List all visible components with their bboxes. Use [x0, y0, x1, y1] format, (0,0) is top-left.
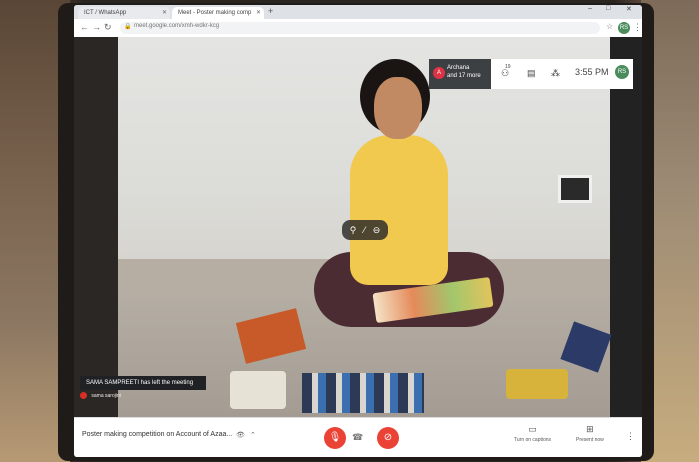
address-bar[interactable]: 🔒 meet.google.com/xmh-wdkr-kcg: [120, 22, 600, 34]
url-text: meet.google.com/xmh-wdkr-kcg: [134, 23, 220, 29]
present-icon: ⊞: [586, 424, 594, 434]
star-icon[interactable]: ☆: [606, 22, 613, 31]
avatar[interactable]: RS: [615, 65, 629, 79]
meet-bottom-bar: Poster making competition on Account of …: [74, 417, 642, 457]
laptop-screen: ICT / WhatsApp ✕ Meet - Poster making co…: [74, 5, 642, 457]
close-icon[interactable]: ✕: [162, 7, 167, 19]
more-options-icon[interactable]: ⋮: [626, 431, 635, 442]
mute-icon[interactable]: ⁄: [364, 225, 366, 235]
camera-off-icon: ⊘: [383, 432, 393, 443]
tab-label: Meet - Poster making comp: [178, 10, 252, 16]
back-icon[interactable]: ←: [80, 22, 89, 32]
lock-icon: 🔒: [124, 24, 132, 30]
meeting-title[interactable]: Poster making competition on Account of …: [82, 431, 232, 438]
close-icon[interactable]: ✕: [256, 7, 261, 19]
browser-toolbar: ← → ↻ 🔒 meet.google.com/xmh-wdkr-kcg ☆ R…: [74, 19, 642, 38]
tile-hover-controls: ⚲ ⁄ ⊖: [342, 220, 388, 240]
self-name: sama sarojini: [91, 392, 121, 399]
phone-icon[interactable]: ☎: [352, 432, 363, 443]
meet-top-bar: A Archana and 17 more 19 ⚇ ▤ ⁂ 3:55 PM R…: [429, 59, 633, 89]
screen-edge-right: [610, 37, 642, 417]
camera-off-button[interactable]: ⊘: [377, 427, 399, 449]
paint-palette: [230, 371, 286, 409]
tab-whatsapp[interactable]: ICT / WhatsApp ✕: [78, 7, 170, 19]
forward-icon[interactable]: →: [92, 22, 101, 32]
minimize-icon[interactable]: –: [588, 5, 592, 12]
screen-edge-left: [74, 37, 118, 417]
mic-off-icon: [80, 392, 87, 399]
captions-label: Turn on captions: [514, 437, 552, 443]
activities-icon[interactable]: ⁂: [551, 68, 560, 79]
pin-icon[interactable]: ⚲: [350, 225, 357, 236]
chevron-up-icon[interactable]: ⌃: [250, 431, 256, 439]
leave-notification: SAMA SAMPREETI has left the meeting: [80, 376, 206, 390]
wall-switch: [558, 175, 592, 203]
mic-off-button[interactable]: 🎙: [324, 427, 346, 449]
menu-icon[interactable]: ⋮: [633, 22, 642, 33]
tab-label: ICT / WhatsApp: [84, 10, 127, 16]
chat-icon[interactable]: ▤: [527, 68, 536, 79]
participant-name: Archana: [447, 65, 470, 71]
people-icon[interactable]: ⚇: [501, 68, 509, 79]
captions-button[interactable]: ▭ Turn on captions: [514, 424, 551, 443]
participant-face: [374, 77, 422, 139]
reload-icon[interactable]: ↻: [104, 22, 112, 33]
mic-off-icon: 🎙: [328, 432, 342, 443]
avatar: A: [433, 67, 445, 79]
avatar[interactable]: RS: [618, 22, 630, 34]
participant-shirt: [350, 135, 448, 285]
self-view-label: sama sarojini: [80, 392, 121, 399]
art-supplies: [506, 369, 568, 399]
remove-icon[interactable]: ⊖: [373, 225, 381, 236]
tab-meet[interactable]: Meet - Poster making comp ✕: [172, 7, 264, 19]
present-button[interactable]: ⊞ Present now: [576, 424, 604, 443]
participants-tile[interactable]: A Archana and 17 more: [429, 59, 491, 89]
plus-icon[interactable]: +: [268, 6, 273, 16]
paint-tubes: [302, 373, 424, 413]
maximize-icon[interactable]: □: [606, 5, 610, 12]
captions-icon: ▭: [528, 424, 537, 434]
meet-video-area: ⚲ ⁄ ⊖ A Archana and 17 more 19 ⚇ ▤ ⁂ 3:5…: [74, 37, 642, 417]
present-label: Present now: [576, 437, 604, 443]
browser-tab-bar: ICT / WhatsApp ✕ Meet - Poster making co…: [74, 5, 642, 19]
people-small-icon[interactable]: 👁: [236, 431, 245, 439]
participant-more: and 17 more: [447, 73, 481, 79]
meeting-clock: 3:55 PM: [575, 67, 609, 77]
close-window-icon[interactable]: ✕: [626, 5, 632, 13]
